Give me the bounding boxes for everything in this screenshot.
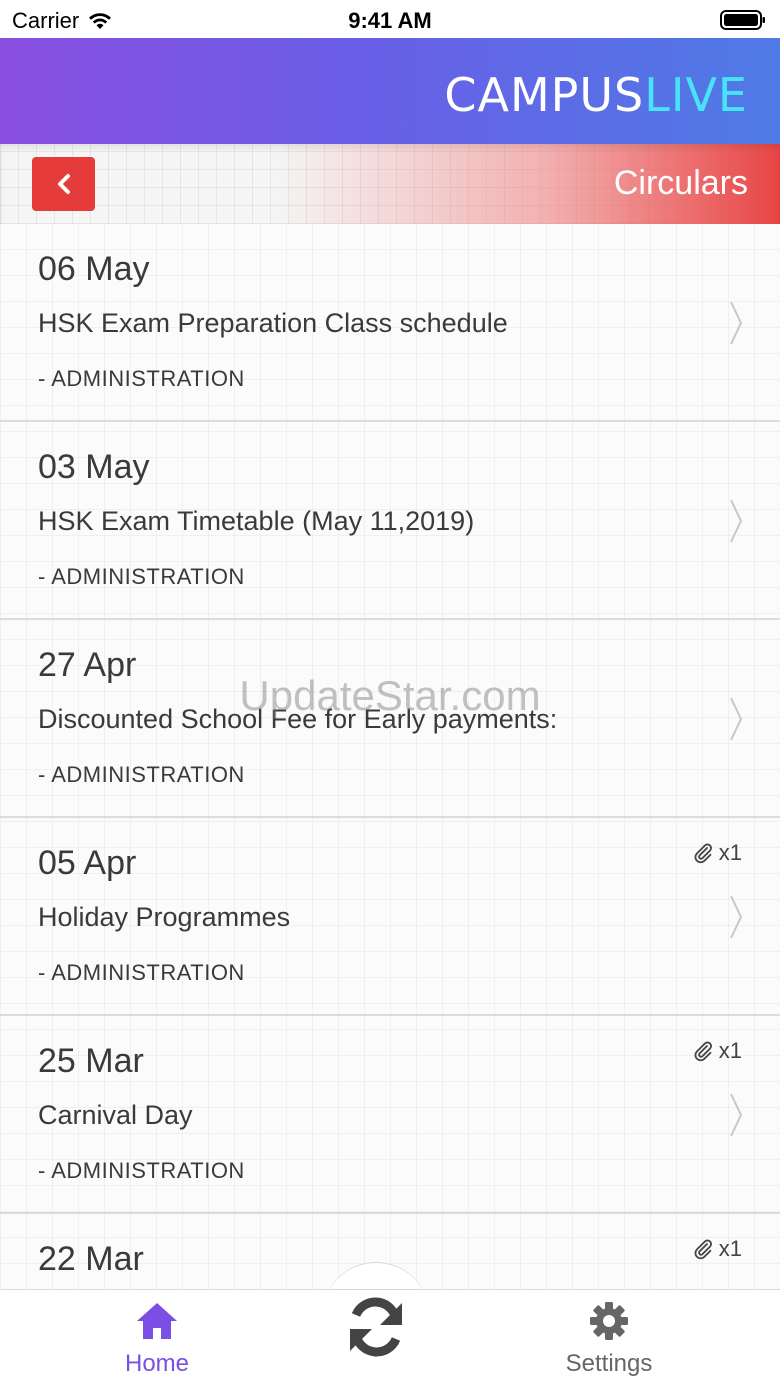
- circular-title: HSK Exam Timetable (May 11,2019): [38, 506, 475, 536]
- circular-department: - ADMINISTRATION: [38, 960, 245, 985]
- refresh-icon: [350, 1297, 402, 1357]
- circular-row[interactable]: 06 May HSK Exam Preparation Class schedu…: [0, 224, 780, 422]
- circular-date: 27 Apr: [38, 646, 137, 684]
- app-header: CAMPUSLIVE: [0, 38, 780, 144]
- tab-home-label: Home: [124, 1350, 190, 1377]
- attachment-count: x1: [693, 1236, 742, 1262]
- circular-title: HSK Exam Preparation Class schedule: [38, 308, 508, 338]
- chevron-right-icon: [730, 301, 743, 345]
- tab-home[interactable]: Home: [57, 1290, 257, 1387]
- circulars-list[interactable]: 06 May HSK Exam Preparation Class schedu…: [0, 224, 780, 1290]
- circular-row[interactable]: 03 May HSK Exam Timetable (May 11,2019) …: [0, 422, 780, 620]
- tab-settings-label: Settings: [565, 1350, 653, 1377]
- paperclip-icon: [694, 1041, 712, 1062]
- circular-date: 03 May: [38, 448, 150, 486]
- chevron-right-icon: [730, 697, 743, 741]
- circular-row[interactable]: 27 Apr Discounted School Fee for Early p…: [0, 620, 780, 818]
- tab-settings[interactable]: Settings: [509, 1290, 709, 1387]
- chevron-right-icon: [730, 499, 743, 543]
- circular-department: - ADMINISTRATION: [38, 1158, 245, 1183]
- page-title: Circulars: [613, 164, 748, 202]
- chevron-right-icon: [730, 895, 743, 939]
- circular-title: Carnival Day: [38, 1100, 193, 1130]
- circular-date: 25 Mar: [38, 1042, 144, 1080]
- chevron-left-icon: [57, 174, 70, 194]
- refresh-button[interactable]: [336, 1290, 416, 1364]
- circular-department: - ADMINISTRATION: [38, 366, 245, 391]
- circular-department: - ADMINISTRATION: [38, 564, 245, 589]
- logo-campus: CAMPUS: [444, 68, 645, 122]
- gear-icon: [590, 1302, 628, 1340]
- paperclip-icon: [694, 843, 712, 864]
- back-button[interactable]: [32, 157, 95, 211]
- circular-date: 22 Mar: [38, 1240, 144, 1278]
- status-bar: Carrier 9:41 AM: [0, 0, 780, 38]
- logo-live: LIVE: [644, 68, 748, 122]
- circular-row[interactable]: 05 Apr x1 Holiday Programmes - ADMINISTR…: [0, 818, 780, 1016]
- circular-date: 05 Apr: [38, 844, 137, 882]
- paperclip-icon: [694, 1239, 712, 1260]
- campuslive-logo: CAMPUSLIVE: [444, 68, 748, 122]
- attachment-count-label: x1: [718, 1236, 742, 1261]
- attachment-count: x1: [693, 840, 742, 866]
- circular-row[interactable]: 25 Mar x1 Carnival Day - ADMINISTRATION: [0, 1016, 780, 1214]
- battery-icon: [720, 10, 765, 30]
- circular-title: Discounted School Fee for Early payments…: [38, 704, 558, 734]
- circular-department: - ADMINISTRATION: [38, 762, 245, 787]
- attachment-count-label: x1: [718, 1038, 742, 1063]
- home-icon: [137, 1303, 177, 1339]
- clock: 9:41 AM: [348, 8, 432, 33]
- chevron-right-icon: [730, 1093, 743, 1137]
- attachment-count-label: x1: [718, 840, 742, 865]
- circular-title: Holiday Programmes: [38, 902, 291, 932]
- circular-date: 06 May: [38, 250, 150, 288]
- attachment-count: x1: [693, 1038, 742, 1064]
- section-header: Circulars: [0, 144, 780, 224]
